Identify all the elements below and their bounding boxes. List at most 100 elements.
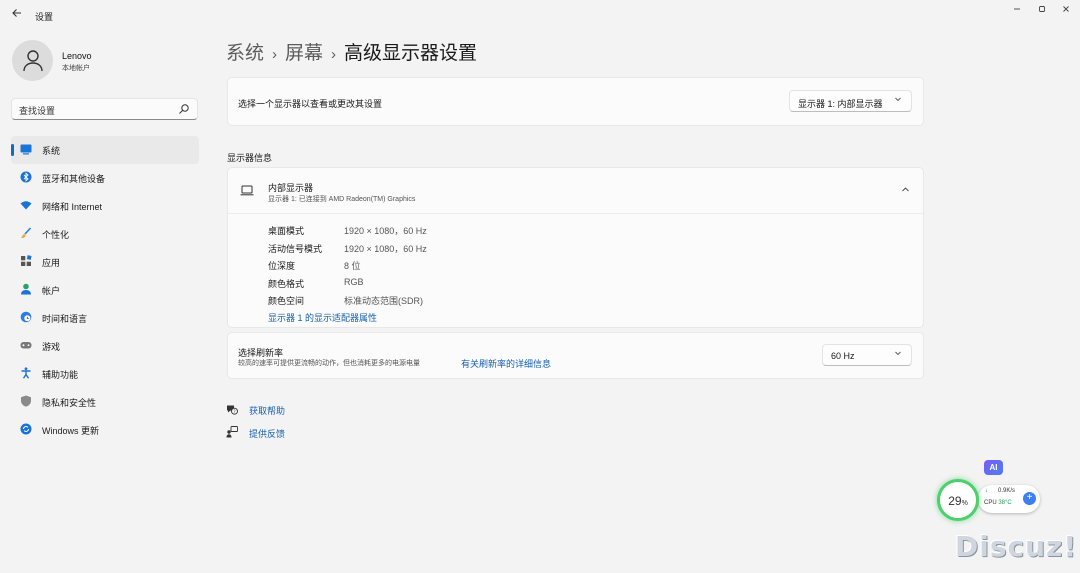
display-subtitle: 显示器 1: 已连接到 AMD Radeon(TM) Graphics — [268, 196, 416, 203]
shield-icon — [21, 395, 31, 407]
sidebar-item-network[interactable]: 网络和 Internet — [11, 192, 199, 220]
breadcrumb-separator: › — [272, 46, 278, 63]
breadcrumb-display[interactable]: 屏幕 — [285, 43, 323, 64]
refresh-rate-info-link[interactable]: 有关刷新率的详细信息 — [461, 357, 551, 370]
search-icon[interactable] — [178, 103, 190, 115]
sidebar-item-label: 应用 — [42, 258, 61, 268]
cpu-label: CPU — [984, 500, 997, 506]
sidebar-item-label: 辅助功能 — [42, 370, 79, 380]
sidebar-item-accessibility[interactable]: 辅助功能 — [11, 360, 199, 388]
info-value: 1920 × 1080，60 Hz — [344, 244, 427, 254]
sidebar-item-bluetooth[interactable]: 蓝牙和其他设备 — [11, 164, 199, 192]
info-label: 活动信号模式 — [268, 244, 323, 254]
sidebar-item-label: 网络和 Internet — [42, 202, 103, 212]
laptop-icon — [240, 185, 254, 196]
sidebar-item-label: 个性化 — [42, 230, 70, 240]
account-icon — [21, 283, 31, 295]
breadcrumb-system[interactable]: 系统 — [226, 43, 264, 64]
gauge-unit: % — [961, 500, 968, 507]
chevron-down-icon — [894, 349, 902, 359]
gamepad-icon — [20, 342, 32, 349]
help-icon: ? — [227, 405, 238, 415]
display-dropdown[interactable]: 显示器 1: 内部显示器 — [789, 90, 912, 112]
plus-icon[interactable]: + — [1023, 492, 1036, 505]
sidebar-item-accounts[interactable]: 帐户 — [11, 276, 199, 304]
chevron-up-icon[interactable] — [901, 185, 910, 196]
display-name: 内部显示器 — [268, 183, 314, 193]
maximize-button[interactable] — [1035, 4, 1049, 16]
ai-badge[interactable]: AI — [984, 460, 1003, 475]
title-bar: 设置 — [0, 0, 1080, 32]
minimize-button[interactable] — [1010, 4, 1024, 16]
sidebar-item-privacy[interactable]: 隐私和安全性 — [11, 388, 199, 416]
info-value: 8 位 — [344, 261, 361, 271]
avatar[interactable] — [12, 40, 53, 81]
svg-text:?: ? — [233, 409, 235, 414]
refresh-rate-dropdown[interactable]: 60 Hz — [822, 344, 912, 366]
sidebar-item-label: 系统 — [42, 146, 61, 156]
sidebar-item-personalization[interactable]: 个性化 — [11, 220, 199, 248]
sidebar-item-label: 游戏 — [42, 342, 61, 352]
refresh-rate-description: 较高的速率可提供更流畅的动作，但也消耗更多的电源电量 — [238, 360, 420, 367]
info-label: 桌面模式 — [268, 226, 305, 236]
sidebar-item-windows-update[interactable]: Windows 更新 — [11, 416, 199, 444]
chevron-down-icon — [894, 95, 902, 105]
breadcrumb: 系统 › 屏幕 › 高级显示器设置 — [226, 38, 477, 65]
info-value: RGB — [344, 277, 364, 287]
watermark: Discuz! — [955, 530, 1078, 563]
sidebar-item-label: Windows 更新 — [42, 426, 100, 436]
sidebar-item-gaming[interactable]: 游戏 — [11, 332, 199, 360]
info-value: 标准动态范围(SDR) — [344, 296, 423, 306]
download-arrow-icon: ↓ — [985, 488, 988, 494]
cpu-temp: 38°C — [998, 500, 1012, 506]
close-button[interactable] — [1059, 4, 1073, 16]
get-help-label: 获取帮助 — [249, 406, 286, 416]
gauge-readout: 29% — [940, 494, 976, 508]
globe-clock-icon — [20, 311, 32, 323]
feedback-icon — [226, 426, 238, 438]
bluetooth-icon — [20, 171, 32, 183]
apps-icon — [21, 255, 32, 266]
accessibility-icon — [21, 367, 31, 379]
display-dropdown-value: 显示器 1: 内部显示器 — [798, 99, 883, 109]
info-label: 位深度 — [268, 261, 296, 271]
sidebar-item-time-language[interactable]: 时间和语言 — [11, 304, 199, 332]
sidebar-item-label: 蓝牙和其他设备 — [42, 174, 106, 184]
memory-gauge[interactable]: 29% — [937, 479, 979, 521]
display-info-header[interactable]: 内部显示器 显示器 1: 已连接到 AMD Radeon(TM) Graphic… — [228, 168, 923, 214]
update-icon — [20, 423, 32, 435]
search-placeholder: 查找设置 — [19, 106, 56, 116]
breadcrumb-separator: › — [331, 46, 337, 63]
active-indicator — [11, 144, 14, 156]
info-label: 颜色格式 — [268, 279, 305, 289]
account-type: 本地帐户 — [62, 65, 90, 72]
brush-icon — [21, 227, 32, 238]
info-value: 1920 × 1080，60 Hz — [344, 226, 427, 236]
section-title: 显示器信息 — [227, 153, 273, 163]
network-icon — [20, 201, 32, 210]
user-name: Lenovo — [62, 51, 92, 61]
system-icon — [20, 144, 32, 155]
sidebar-item-system[interactable]: 系统 — [11, 136, 199, 164]
sidebar-item-label: 帐户 — [42, 286, 61, 296]
sidebar-nav: 系统 蓝牙和其他设备 网络和 Internet 个性化 应用 帐户 时间和语言 … — [11, 136, 199, 444]
cpu-readout: CPU 38°C — [984, 500, 1012, 506]
info-label: 颜色空间 — [268, 296, 305, 306]
display-select-card: 选择一个显示器以查看或更改其设置 显示器 1: 内部显示器 — [227, 77, 924, 126]
user-icon — [23, 50, 43, 72]
refresh-rate-value: 60 Hz — [831, 351, 855, 361]
back-arrow-icon[interactable] — [10, 7, 24, 21]
sidebar-item-label: 隐私和安全性 — [42, 398, 97, 408]
sidebar-item-label: 时间和语言 — [42, 314, 88, 324]
system-monitor-widget[interactable]: ↓ 0.9K/s CPU 38°C + — [978, 485, 1040, 513]
page-title: 高级显示器设置 — [344, 43, 478, 64]
display-info-card: 内部显示器 显示器 1: 已连接到 AMD Radeon(TM) Graphic… — [227, 167, 924, 328]
network-speed: 0.9K/s — [998, 488, 1016, 494]
window-title: 设置 — [35, 12, 54, 22]
search-input[interactable]: 查找设置 — [11, 98, 198, 120]
adapter-properties-link[interactable]: 显示器 1 的显示适配器属性 — [268, 311, 377, 324]
feedback-label: 提供反馈 — [249, 429, 286, 439]
sidebar-item-apps[interactable]: 应用 — [11, 248, 199, 276]
gauge-value: 29 — [948, 494, 962, 508]
display-select-label: 选择一个显示器以查看或更改其设置 — [238, 99, 383, 109]
